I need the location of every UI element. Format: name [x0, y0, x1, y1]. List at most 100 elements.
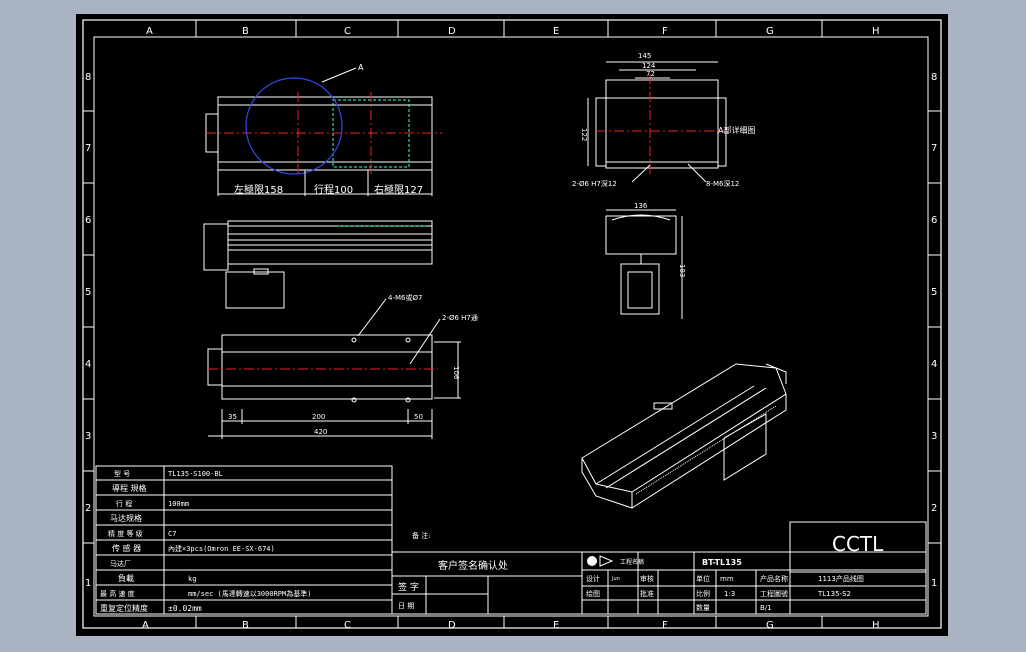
tb-design-label: 设计: [586, 574, 600, 583]
dim-183: 183: [678, 264, 686, 277]
tb-qty-label: 数量: [696, 603, 710, 612]
grid-row-1-right: 1: [931, 578, 937, 589]
outer-border: [82, 19, 942, 629]
dim-106: 106: [452, 366, 460, 380]
grid-row-8-right: 8: [931, 72, 937, 83]
grid-col-d-bottom: D: [448, 620, 456, 631]
tb-scale-value: 1:3: [724, 590, 735, 598]
spec-value-model: TL135-S100-BL: [168, 470, 223, 478]
spec-label-sensor: 传 感 器: [112, 543, 141, 553]
dim-35: 35: [228, 413, 237, 421]
detail-a-label: A部详细图: [718, 125, 755, 135]
row-markers: [83, 110, 941, 544]
spec-label-stroke: 行 程: [116, 499, 132, 508]
top-view[interactable]: [205, 67, 442, 196]
grid-row-7-right: 7: [931, 143, 937, 154]
grid-row-6: 6: [85, 215, 91, 226]
inner-border: [93, 36, 929, 617]
sign-label: 签 字: [398, 581, 419, 593]
spec-value-load: kg: [188, 575, 196, 583]
grid-col-a: A: [146, 26, 153, 37]
grid-row-7: 7: [85, 143, 91, 154]
spec-label-motor-maker: 马达厂: [110, 559, 131, 568]
spec-value-max-speed: mm/sec (馬達轉速以3000RPM為基準): [188, 589, 311, 598]
detail-a-view[interactable]: [587, 61, 728, 183]
grid-row-5: 5: [85, 287, 91, 298]
dim-122: 122: [580, 128, 588, 141]
tb-drawn-by: Jun: [611, 576, 620, 582]
column-markers-bottom: [195, 616, 823, 628]
tb-drawing-no: TL135-S2: [817, 590, 851, 598]
date-label: 日 期: [398, 602, 414, 610]
tb-scale-label: 比例: [696, 589, 710, 598]
remark-label: 备 注:: [412, 531, 431, 540]
grid-row-8: 8: [85, 72, 91, 83]
spec-label-accuracy-grade: 精 度 等 级: [108, 529, 143, 538]
bottom-view[interactable]: [207, 298, 461, 439]
end-view[interactable]: [605, 209, 683, 319]
project-label: 工程名稱: [620, 558, 644, 566]
grid-col-c-bottom: C: [344, 620, 351, 631]
grid-col-h: H: [872, 26, 880, 37]
hole-note-m6: 4-M6或Ø7: [388, 293, 422, 302]
grid-col-h-bottom: H: [872, 620, 880, 631]
grid-row-4: 4: [85, 359, 91, 370]
customer-confirm-label: 客户签名确认处: [438, 559, 508, 572]
tb-product-name: 1113产品线图: [818, 574, 864, 583]
spec-value-repeatability: ±0.02mm: [168, 604, 202, 613]
grid-row-2: 2: [85, 503, 91, 514]
hole-note-h7-depth: 2-Ø6 H7深12: [572, 179, 617, 188]
grid-row-labels-right: 8 7 6 5 4 3 2 1: [931, 72, 937, 589]
company-name: CCTL: [832, 532, 884, 556]
callout-a: A: [358, 63, 364, 72]
grid-col-e-bottom: E: [553, 620, 559, 631]
grid-col-g: G: [766, 26, 774, 37]
tb-unit-label: 单位: [696, 574, 710, 583]
grid-row-1: 1: [85, 578, 91, 589]
tb-drawing-no-label: 工程圖號: [760, 589, 788, 598]
spec-table-labels: 型 号 導程 規格 行 程 马达规格 精 度 等 级 传 感 器 马达厂 負載 …: [100, 469, 148, 613]
spec-label-lead: 導程 規格: [112, 483, 147, 493]
spec-value-stroke: 100mm: [168, 500, 189, 508]
cad-drawing-canvas[interactable]: A B C D E F G H A B C D E F G H 8 7 6 5 …: [76, 14, 948, 636]
grid-row-3-right: 3: [931, 431, 937, 442]
dim-124: 124: [642, 62, 656, 70]
dim-stroke: 行程100: [314, 183, 353, 196]
tb-check-label: 审核: [640, 574, 654, 583]
spec-label-model: 型 号: [114, 469, 130, 478]
grid-row-labels-left: 8 7 6 5 4 3 2 1: [85, 72, 91, 589]
hole-note-h7: 2-Ø6 H7通: [442, 313, 478, 322]
grid-col-c: C: [344, 26, 351, 37]
dim-72: 72: [646, 70, 655, 78]
dim-200: 200: [312, 413, 325, 421]
hole-note-m6-depth: 8-M6深12: [706, 179, 739, 188]
spec-value-sensor: 內建×3pcs(Omron EE-SX-674): [168, 544, 275, 553]
grid-row-2-right: 2: [931, 503, 937, 514]
tb-approve-label: 批准: [640, 589, 654, 598]
title-block-labels: 设计 Jun 审核 单位 mm 产品名称 1113产品线图 绘图 批准 比例 1…: [586, 574, 864, 612]
grid-col-d: D: [448, 26, 456, 37]
grid-row-6-right: 6: [931, 215, 937, 226]
grid-col-f-bottom: F: [662, 620, 668, 631]
tb-unit-value: mm: [720, 575, 734, 583]
dim-420: 420: [314, 428, 327, 436]
grid-col-b-bottom: B: [242, 620, 249, 631]
company-logo: [587, 555, 614, 567]
spec-value-accuracy-grade: C7: [168, 530, 176, 538]
grid-column-labels-bottom: A B C D E F G H: [142, 620, 880, 631]
tb-drawn-label: 绘图: [586, 589, 600, 598]
tb-product-label: 产品名称: [760, 574, 788, 583]
dim-right-limit: 右極限127: [374, 183, 423, 196]
dim-136: 136: [634, 202, 648, 210]
grid-col-e: E: [553, 26, 559, 37]
grid-col-g-bottom: G: [766, 620, 774, 631]
isometric-view[interactable]: [581, 363, 787, 509]
grid-row-4-right: 4: [931, 359, 937, 370]
tb-date-value: B/1: [760, 604, 772, 612]
grid-col-a-bottom: A: [142, 620, 149, 631]
grid-row-3: 3: [85, 431, 91, 442]
dim-50: 50: [414, 413, 423, 421]
spec-label-motor: 马达规格: [110, 513, 142, 523]
dim-145: 145: [638, 52, 651, 60]
grid-column-labels-top: A B C D E F G H: [146, 26, 880, 37]
